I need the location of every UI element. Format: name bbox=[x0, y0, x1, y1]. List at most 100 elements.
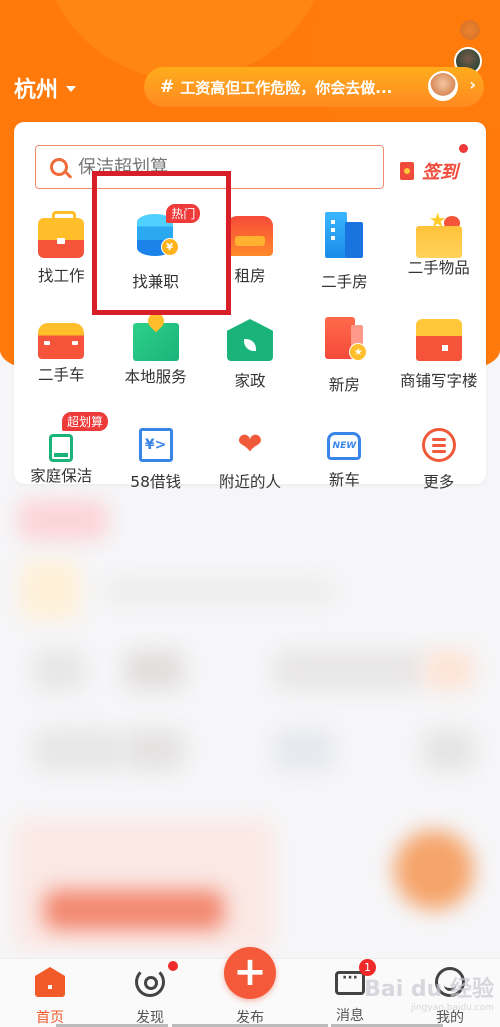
category-label: 租房 bbox=[234, 267, 266, 285]
briefcase-icon bbox=[38, 211, 85, 258]
category-local-service[interactable]: 本地服务 bbox=[108, 313, 202, 416]
category-find-job[interactable]: 找工作 bbox=[14, 210, 108, 313]
category-new-house[interactable]: ★ 新房 bbox=[297, 313, 391, 416]
search-bar[interactable] bbox=[35, 145, 384, 189]
category-loan[interactable]: ¥> 58借钱 bbox=[108, 416, 202, 496]
category-label: 新房 bbox=[328, 376, 360, 394]
category-used-car[interactable]: 二手车 bbox=[14, 313, 108, 416]
category-label: 新车 bbox=[328, 471, 360, 489]
menu-line bbox=[431, 437, 446, 441]
category-more[interactable]: 更多 bbox=[392, 416, 486, 496]
blurred-block bbox=[34, 730, 124, 770]
menu-line bbox=[431, 449, 446, 453]
hot-topic-banner[interactable]: # 工资高但工作危险，你会去做... › bbox=[144, 67, 484, 107]
cleaning-icon bbox=[49, 434, 74, 462]
map-pin-icon bbox=[132, 323, 179, 361]
category-shop-office[interactable]: 商铺写字楼 bbox=[392, 313, 486, 416]
building-shape bbox=[325, 212, 348, 258]
smiley-profile-icon bbox=[435, 967, 465, 997]
floating-avatar-icon[interactable] bbox=[460, 20, 480, 40]
category-label: 二手房 bbox=[321, 273, 368, 291]
bottom-tab-bar: 首页 发现 发布 1 消息 我的 + Bai du 经验 jingyan.bai… bbox=[0, 947, 500, 1027]
tab-home[interactable]: 首页 bbox=[0, 959, 100, 1027]
category-home-cleaning[interactable]: 超划算 家庭保洁 bbox=[14, 412, 109, 496]
category-new-car[interactable]: NEW 新车 bbox=[297, 416, 391, 496]
category-part-time[interactable]: 热门 ¥ 找兼职 bbox=[108, 204, 202, 313]
shop-icon bbox=[415, 319, 462, 361]
blurred-block bbox=[14, 820, 274, 950]
blurred-block bbox=[34, 650, 84, 690]
hot-tag: 热门 bbox=[166, 204, 201, 223]
new-car-icon: NEW bbox=[327, 432, 362, 460]
blurred-block bbox=[44, 890, 224, 930]
red-envelope-icon bbox=[400, 162, 414, 180]
tab-discover[interactable]: 发现 bbox=[100, 959, 200, 1027]
search-input[interactable] bbox=[78, 156, 358, 178]
hearts-icon: ❤ bbox=[237, 427, 263, 462]
blurred-block bbox=[394, 830, 474, 910]
publish-plus-button[interactable]: + bbox=[224, 947, 276, 999]
category-label: 更多 bbox=[423, 473, 455, 491]
signin-label: 签到 bbox=[422, 162, 458, 183]
loan-icon: ¥> bbox=[138, 428, 173, 462]
category-label: 商铺写字楼 bbox=[400, 372, 478, 390]
category-row: 二手车 本地服务 家政 ★ 新房 商铺写字楼 bbox=[14, 313, 486, 416]
tab-messages[interactable]: 1 消息 bbox=[300, 959, 400, 1027]
category-label: 58借钱 bbox=[130, 473, 181, 491]
tab-label: 消息 bbox=[336, 1008, 364, 1024]
category-label: 二手物品 bbox=[407, 259, 470, 277]
blurred-block bbox=[274, 650, 424, 690]
house-plant-icon bbox=[226, 319, 273, 361]
category-rent[interactable]: 租房 bbox=[203, 210, 297, 313]
more-icon bbox=[421, 428, 456, 462]
gift-box-icon bbox=[415, 208, 462, 258]
category-label: 家庭保洁 bbox=[30, 467, 93, 485]
home-icon bbox=[35, 967, 65, 997]
menu-line bbox=[431, 443, 446, 447]
car-icon bbox=[38, 323, 85, 359]
search-icon bbox=[50, 158, 68, 176]
category-second-hand-house[interactable]: 二手房 bbox=[297, 210, 391, 313]
category-label: 附近的人 bbox=[218, 473, 281, 491]
notification-dot bbox=[459, 144, 468, 153]
tab-me[interactable]: 我的 bbox=[400, 959, 500, 1027]
category-row: 超划算 家庭保洁 ¥> 58借钱 ❤ 附近的人 NEW 新车 更多 bbox=[14, 412, 486, 496]
notification-dot bbox=[168, 961, 178, 971]
category-row: 找工作 热门 ¥ 找兼职 租房 二手房 ★ 二手物品 bbox=[14, 204, 486, 313]
message-icon bbox=[335, 970, 365, 995]
blurred-block bbox=[424, 650, 474, 690]
blurred-block bbox=[124, 730, 184, 770]
blurred-feed bbox=[14, 490, 486, 950]
deal-tag: 超划算 bbox=[62, 412, 109, 431]
category-nearby-people[interactable]: ❤ 附近的人 bbox=[203, 416, 297, 496]
discover-icon bbox=[135, 967, 165, 997]
signin-button[interactable]: 签到 bbox=[400, 144, 468, 184]
sofa-icon bbox=[226, 216, 273, 256]
blurred-block bbox=[104, 580, 334, 602]
category-label: 找工作 bbox=[37, 267, 85, 285]
app-home-screen: 杭州 # 工资高但工作危险，你会去做... › 签到 找工作 热门 bbox=[0, 0, 500, 1027]
category-label: 二手车 bbox=[37, 366, 85, 384]
category-label: 本地服务 bbox=[124, 368, 187, 386]
city-name: 杭州 bbox=[14, 78, 59, 103]
city-selector[interactable]: 杭州 bbox=[14, 72, 77, 104]
building-shape bbox=[345, 222, 364, 258]
blurred-block bbox=[18, 500, 108, 540]
caret-down-icon bbox=[66, 86, 77, 92]
blurred-block bbox=[124, 650, 184, 690]
category-card: 签到 找工作 热门 ¥ 找兼职 租房 bbox=[14, 122, 486, 491]
blurred-block bbox=[274, 730, 334, 770]
hashtag-icon: # bbox=[160, 77, 175, 97]
category-label: 家政 bbox=[234, 372, 266, 390]
category-housekeeping[interactable]: 家政 bbox=[203, 313, 297, 416]
new-house-icon: ★ bbox=[321, 315, 368, 361]
category-second-hand-goods[interactable]: 二手物品 bbox=[392, 208, 486, 313]
topic-avatar-icon bbox=[428, 71, 458, 101]
blurred-block bbox=[20, 560, 80, 620]
category-grid: 找工作 热门 ¥ 找兼职 租房 二手房 ★ 二手物品 二手车 本地服务 家政 ★… bbox=[14, 204, 486, 496]
yen-coin-icon: ¥ bbox=[160, 238, 179, 256]
star-icon: ★ bbox=[349, 343, 368, 361]
blurred-block bbox=[424, 730, 474, 770]
category-label: 找兼职 bbox=[132, 273, 179, 291]
chevron-right-icon: › bbox=[469, 75, 476, 94]
